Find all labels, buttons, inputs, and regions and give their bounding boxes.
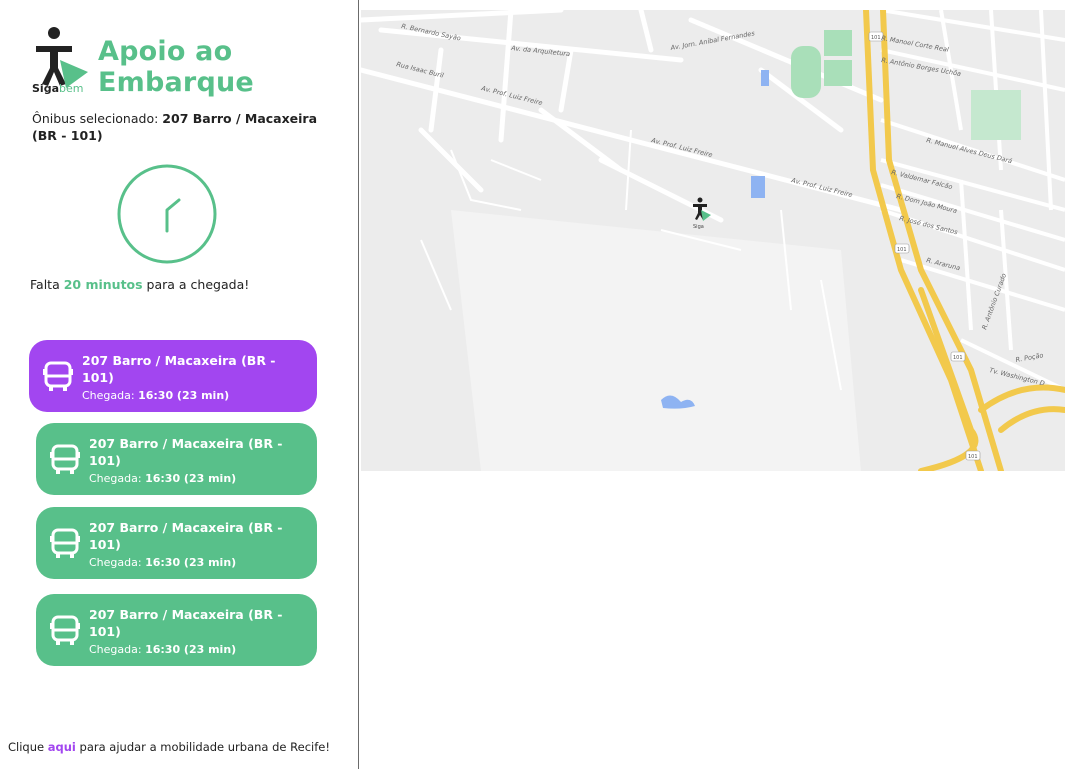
bus-card[interactable]: 207 Barro / Macaxeira (BR - 101) Chegada… — [36, 423, 317, 495]
selected-bus-text: Ônibus selecionado: 207 Barro / Macaxeir… — [32, 110, 322, 144]
help-link[interactable]: aqui — [48, 740, 76, 754]
bus-icon — [50, 444, 80, 474]
map[interactable]: Siga R. Bernardo Sayão Av. da Arquitetur… — [361, 10, 1065, 471]
bus-card-title: 207 Barro / Macaxeira (BR - 101) — [82, 353, 276, 385]
sidebar: Sigabem Apoio ao Embarque Ônibus selecio… — [0, 0, 358, 769]
bus-card[interactable]: 207 Barro / Macaxeira (BR - 101) Chegada… — [36, 507, 317, 579]
svg-text:Siga: Siga — [693, 224, 704, 230]
bus-icon — [50, 528, 80, 558]
map-canvas[interactable]: Siga R. Bernardo Sayão Av. da Arquitetur… — [361, 10, 1065, 471]
eta-minutes: 20 minutos — [63, 277, 143, 292]
app-title: Apoio ao Embarque — [98, 36, 254, 98]
bus-icon — [43, 361, 73, 391]
bus-icon — [50, 615, 80, 645]
svg-text:101: 101 — [871, 35, 881, 41]
sports-field — [791, 46, 821, 98]
selected-bus-prefix: Ônibus selecionado: — [32, 111, 163, 126]
bus-card-arrival: Chegada: 16:30 (23 min) — [89, 643, 237, 656]
bus-card-title: 207 Barro / Macaxeira (BR - 101) — [89, 520, 283, 552]
sidebar-divider — [358, 0, 359, 769]
eta-text: Falta 20 minutos para a chegada! — [30, 277, 250, 292]
bus-card-arrival: Chegada: 16:30 (23 min) — [89, 556, 237, 569]
bus-card-title: 207 Barro / Macaxeira (BR - 101) — [89, 436, 283, 468]
bus-card-title: 207 Barro / Macaxeira (BR - 101) — [89, 607, 283, 639]
svg-text:101: 101 — [953, 355, 963, 361]
footer-text: Clique aqui para ajudar a mobilidade urb… — [8, 740, 330, 754]
logo-wordmark: Sigabem — [32, 82, 84, 95]
clock-icon — [117, 164, 217, 264]
svg-text:101: 101 — [968, 454, 978, 460]
svg-text:101: 101 — [897, 247, 907, 253]
bus-card-arrival: Chegada: 16:30 (23 min) — [82, 389, 230, 402]
bus-card-arrival: Chegada: 16:30 (23 min) — [89, 472, 237, 485]
bus-card[interactable]: 207 Barro / Macaxeira (BR - 101) Chegada… — [36, 594, 317, 666]
bus-card-selected[interactable]: 207 Barro / Macaxeira (BR - 101) Chegada… — [29, 340, 317, 412]
